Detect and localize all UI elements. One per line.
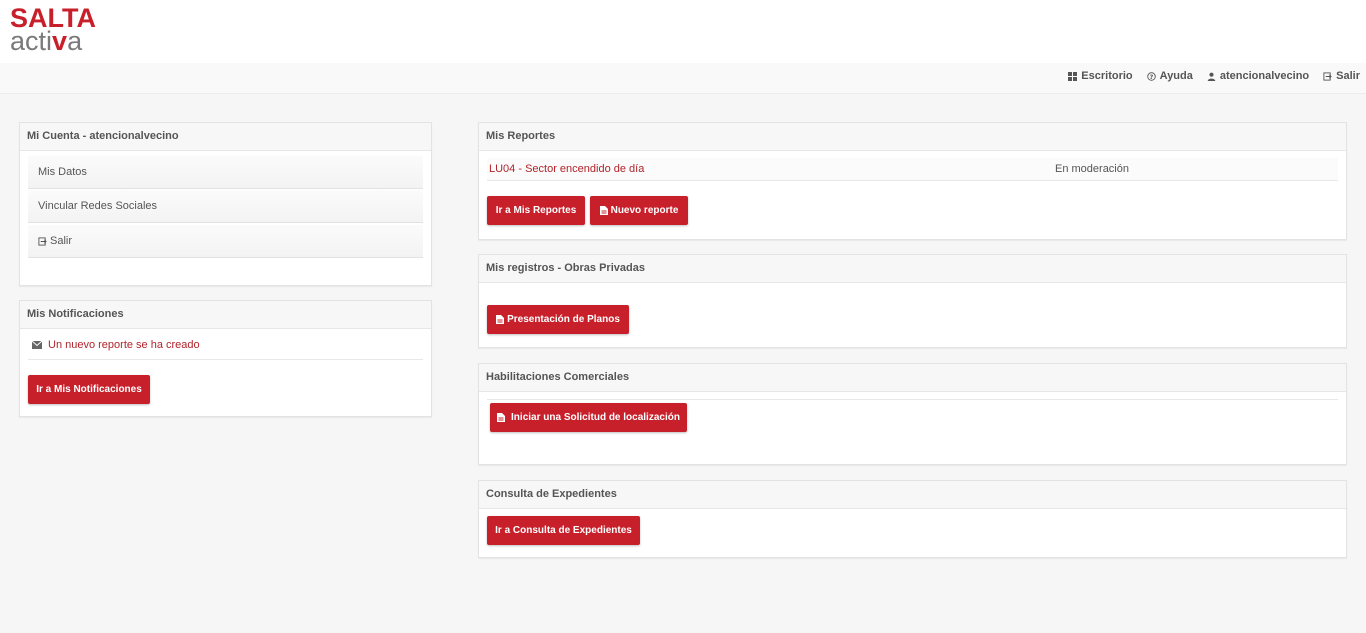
document-icon bbox=[497, 413, 506, 422]
user-icon bbox=[1207, 72, 1216, 81]
obras-privadas-title: Mis registros - Obras Privadas bbox=[479, 255, 1346, 283]
ir-mis-notificaciones-label: Ir a Mis Notificaciones bbox=[36, 384, 142, 395]
svg-text:?: ? bbox=[1149, 73, 1153, 80]
exit-icon bbox=[1323, 71, 1332, 81]
notificaciones-title: Mis Notificaciones bbox=[20, 301, 431, 329]
nav-ayuda-label: Ayuda bbox=[1159, 70, 1193, 82]
iniciar-solicitud-label: Iniciar una Solicitud de localización bbox=[511, 412, 680, 423]
ir-mis-reportes-button[interactable]: Ir a Mis Reportes bbox=[487, 196, 585, 225]
mis-reportes-title: Mis Reportes bbox=[479, 123, 1346, 151]
menu-vincular-redes-label: Vincular Redes Sociales bbox=[38, 199, 158, 212]
menu-salir-label: Salir bbox=[50, 234, 73, 247]
notification-item[interactable]: Un nuevo reporte se ha creado bbox=[32, 339, 200, 351]
salta-activa-logo[interactable]: SALTA activa bbox=[10, 5, 96, 55]
nuevo-reporte-button[interactable]: Nuevo reporte bbox=[590, 196, 688, 225]
top-nav: Escritorio ? Ayuda atencionalvecino Sali… bbox=[0, 63, 1366, 94]
obras-privadas-panel: Mis registros - Obras Privadas Presentac… bbox=[478, 254, 1347, 348]
presentacion-planos-label: Presentación de Planos bbox=[507, 314, 620, 325]
nav-user[interactable]: atencionalvecino bbox=[1207, 70, 1309, 82]
logo-line2-c: a bbox=[67, 26, 83, 56]
nav-salir[interactable]: Salir bbox=[1323, 70, 1360, 82]
mi-cuenta-panel: Mi Cuenta - atencionalvecino Mis Datos V… bbox=[19, 122, 432, 286]
document-icon bbox=[599, 206, 608, 215]
notificaciones-panel: Mis Notificaciones Un nuevo reporte se h… bbox=[19, 300, 432, 417]
habilitaciones-title: Habilitaciones Comerciales bbox=[479, 364, 1346, 392]
menu-salir[interactable]: Salir bbox=[28, 225, 423, 258]
notification-link[interactable]: Un nuevo reporte se ha creado bbox=[48, 339, 200, 351]
grid-icon bbox=[1068, 71, 1078, 81]
expedientes-title: Consulta de Expedientes bbox=[479, 481, 1346, 509]
logo-line2-a: acti bbox=[10, 26, 53, 56]
divider bbox=[487, 399, 1338, 400]
report-link[interactable]: LU04 - Sector encendido de día bbox=[489, 163, 644, 175]
exit-icon bbox=[38, 236, 47, 246]
nav-ayuda[interactable]: ? Ayuda bbox=[1146, 70, 1193, 82]
report-status: En moderación bbox=[1055, 163, 1129, 175]
divider bbox=[487, 180, 1338, 181]
menu-mis-datos[interactable]: Mis Datos bbox=[28, 156, 423, 189]
nav-user-label: atencionalvecino bbox=[1219, 70, 1310, 82]
header: SALTA activa bbox=[0, 0, 1366, 63]
menu-mis-datos-label: Mis Datos bbox=[38, 165, 87, 178]
nav-escritorio[interactable]: Escritorio bbox=[1068, 70, 1133, 82]
presentacion-planos-button[interactable]: Presentación de Planos bbox=[487, 305, 629, 334]
help-icon: ? bbox=[1146, 71, 1156, 80]
divider bbox=[28, 359, 423, 360]
ir-mis-notificaciones-button[interactable]: Ir a Mis Notificaciones bbox=[28, 375, 150, 404]
mi-cuenta-title: Mi Cuenta - atencionalvecino bbox=[20, 123, 431, 151]
envelope-icon bbox=[32, 341, 42, 349]
nav-salir-label: Salir bbox=[1336, 70, 1360, 82]
document-icon bbox=[496, 315, 505, 324]
report-row[interactable]: LU04 - Sector encendido de día En modera… bbox=[487, 158, 1338, 180]
nuevo-reporte-label: Nuevo reporte bbox=[610, 205, 679, 216]
consulta-expedientes-label: Ir a Consulta de Expedientes bbox=[495, 525, 632, 536]
mis-reportes-panel: Mis Reportes LU04 - Sector encendido de … bbox=[478, 122, 1347, 240]
menu-vincular-redes[interactable]: Vincular Redes Sociales bbox=[28, 190, 423, 223]
habilitaciones-panel: Habilitaciones Comerciales Iniciar una S… bbox=[478, 363, 1347, 465]
ir-mis-reportes-label: Ir a Mis Reportes bbox=[495, 205, 577, 216]
consulta-expedientes-button[interactable]: Ir a Consulta de Expedientes bbox=[487, 516, 640, 545]
expedientes-panel: Consulta de Expedientes Ir a Consulta de… bbox=[478, 480, 1347, 558]
nav-escritorio-label: Escritorio bbox=[1081, 70, 1133, 82]
iniciar-solicitud-button[interactable]: Iniciar una Solicitud de localización bbox=[490, 403, 687, 432]
logo-line2-v: v bbox=[52, 26, 68, 56]
